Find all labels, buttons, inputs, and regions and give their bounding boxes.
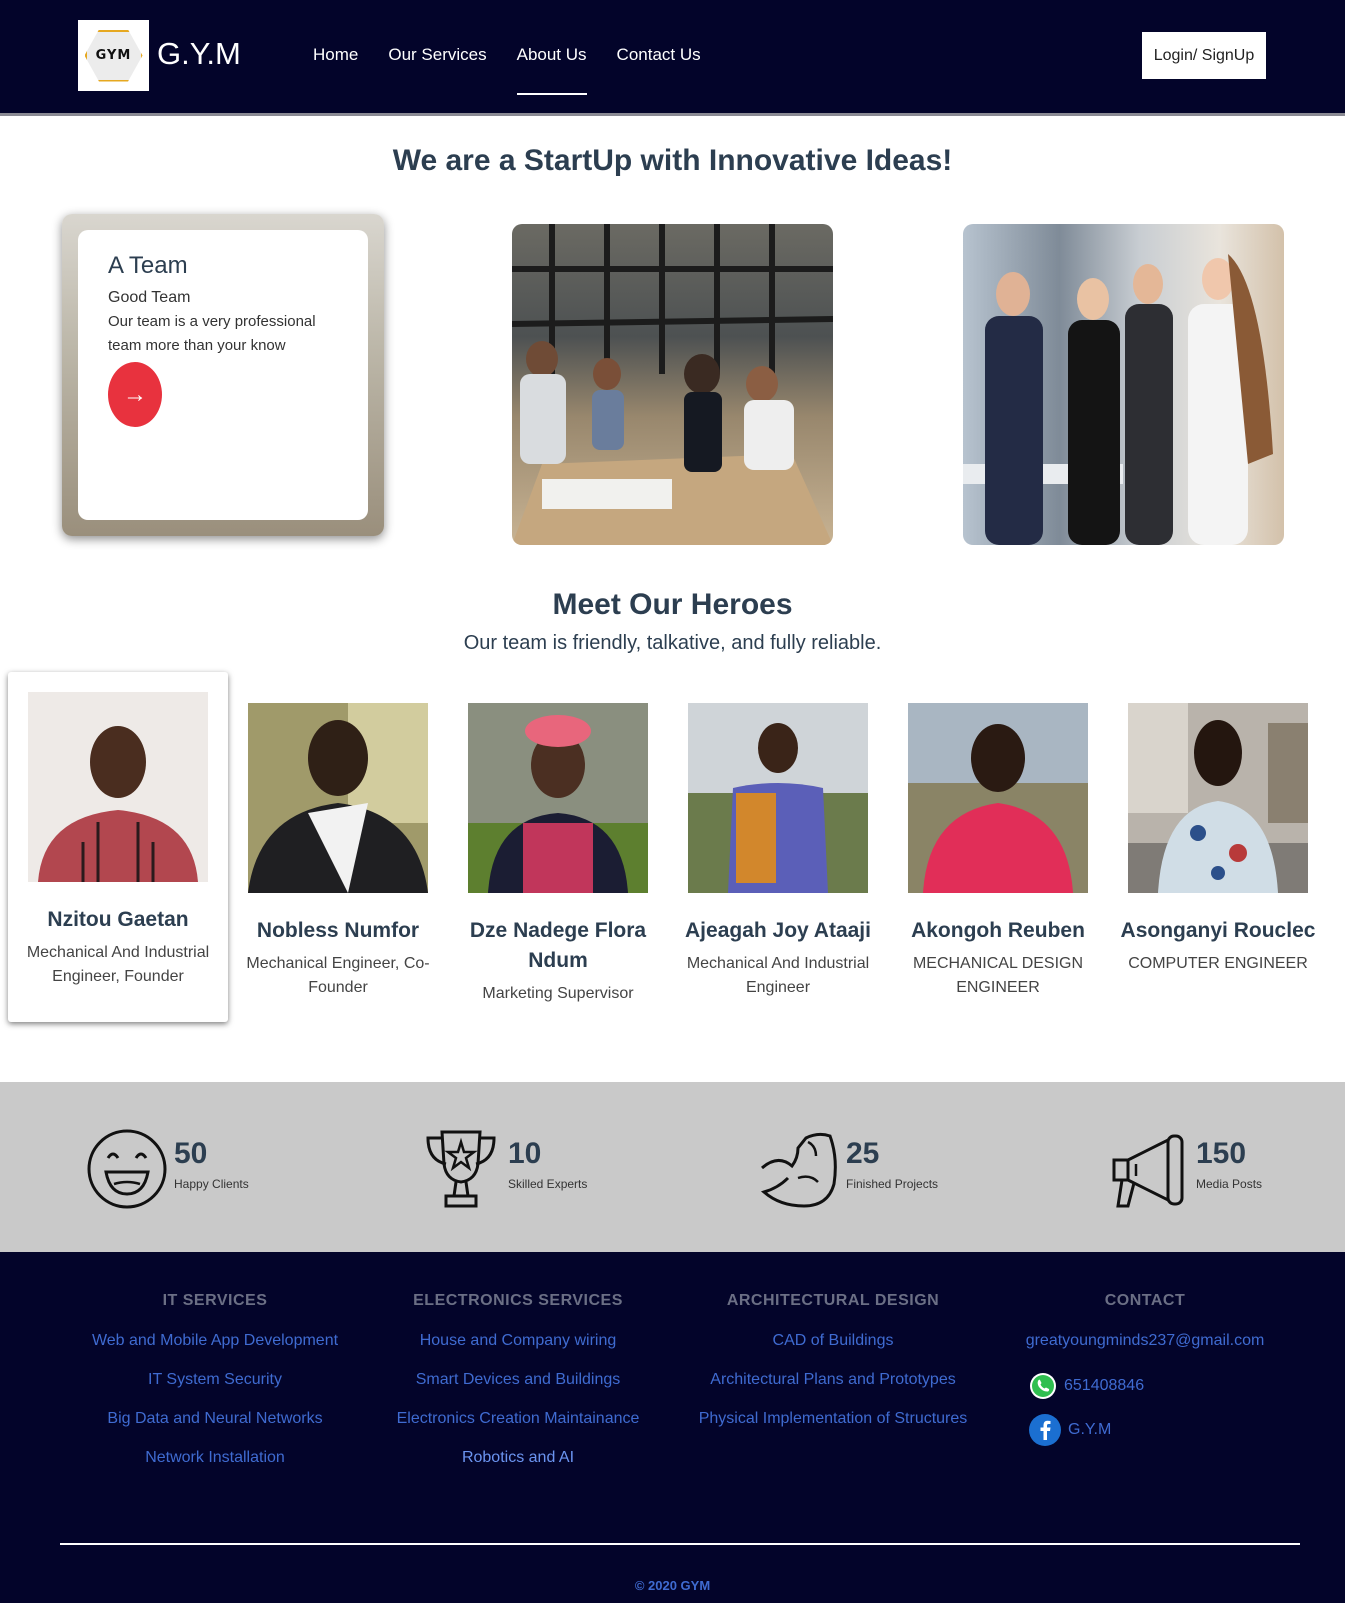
stat-finished-projects: 25 Finished Projects: [758, 1128, 938, 1210]
stat-value: 25: [846, 1137, 880, 1170]
footer-column-electronics-services: ELECTRONICS SERVICES House and Company w…: [373, 1292, 663, 1488]
handshake-photo: [963, 224, 1284, 545]
top-navbar: GYM G.Y.M Home Our Services About Us Con…: [0, 0, 1345, 116]
team-card-title: A Team: [108, 252, 188, 279]
stat-value: 150: [1196, 1137, 1247, 1170]
member-name: Dze Nadege Flora Ndum: [469, 919, 647, 972]
member-photo: [1128, 703, 1308, 893]
contact-email-link[interactable]: greatyoungminds237@gmail.com: [1000, 1332, 1290, 1350]
footer-column-title: CONTACT: [1104, 1292, 1186, 1309]
stat-value: 50: [174, 1137, 208, 1170]
footer-column-title: ELECTRONICS SERVICES: [413, 1292, 623, 1309]
footer-column-title: ARCHITECTURAL DESIGN: [726, 1292, 940, 1309]
stat-label: Finished Projects: [846, 1177, 939, 1191]
team-card-content: A Team Good Team Our team is a very prof…: [78, 230, 368, 520]
heroes-title: Meet Our Heroes: [552, 588, 793, 621]
brand-name[interactable]: G.Y.M: [157, 36, 241, 72]
team-member-card[interactable]: Nzitou Gaetan Mechanical And Industrial …: [8, 672, 228, 1022]
stat-label: Skilled Experts: [508, 1177, 588, 1191]
member-role: Mechanical Engineer, Co-Founder: [246, 955, 430, 996]
member-name: Asonganyi Rouclec: [1120, 919, 1316, 942]
nav-home[interactable]: Home: [313, 45, 358, 65]
heroes-subtitle: Our team is friendly, talkative, and ful…: [463, 632, 882, 654]
nav-our-services[interactable]: Our Services: [388, 45, 486, 65]
smiley-icon: [87, 1129, 167, 1209]
footer-link[interactable]: IT System Security: [70, 1371, 360, 1389]
copyright: © 2020 GYM: [634, 1578, 711, 1593]
member-name: Ajeagah Joy Ataaji: [685, 919, 871, 942]
footer-link[interactable]: House and Company wiring: [373, 1332, 663, 1350]
team-card-text: Our team is a very professional team mor…: [108, 313, 316, 354]
team-card-arrow-button[interactable]: →: [108, 362, 162, 427]
footer-link[interactable]: Architectural Plans and Prototypes: [688, 1371, 978, 1389]
logo-hexagon: GYM: [84, 29, 143, 82]
member-role: Mechanical And Industrial Engineer: [686, 955, 870, 996]
office-meeting-photo: [512, 224, 833, 545]
member-name: Akongoh Reuben: [911, 919, 1085, 942]
member-role: COMPUTER ENGINEER: [1128, 955, 1308, 972]
team-member-card[interactable]: Akongoh Reuben MECHANICAL DESIGN ENGINEE…: [888, 693, 1108, 1043]
member-photo: [688, 703, 868, 893]
contact-phone-row: 651408846: [1028, 1371, 1290, 1401]
stat-skilled-experts: 10 Skilled Experts: [420, 1128, 587, 1210]
footer-link[interactable]: Smart Devices and Buildings: [373, 1371, 663, 1389]
member-photo: [28, 692, 208, 882]
login-signup-button[interactable]: Login/ SignUp: [1142, 32, 1266, 79]
whatsapp-icon: [1030, 1373, 1056, 1399]
footer-link[interactable]: CAD of Buildings: [688, 1332, 978, 1350]
muscle-arm-icon: [760, 1132, 837, 1208]
team-member-card[interactable]: Dze Nadege Flora Ndum Marketing Supervis…: [448, 693, 668, 1043]
footer-link[interactable]: Robotics and AI: [373, 1449, 663, 1467]
arrow-right-icon: →: [123, 380, 147, 408]
stat-label: Media Posts: [1196, 1177, 1263, 1191]
member-photo: [468, 703, 648, 893]
footer-column-contact: CONTACT greatyoungminds237@gmail.com 651…: [1000, 1292, 1290, 1459]
stat-happy-clients: 50 Happy Clients: [86, 1128, 249, 1210]
stat-label: Happy Clients: [174, 1177, 249, 1191]
footer-link[interactable]: Big Data and Neural Networks: [70, 1410, 360, 1428]
trophy-icon: [426, 1130, 496, 1208]
member-role: Mechanical And Industrial Engineer, Foun…: [26, 944, 210, 985]
member-name: Nzitou Gaetan: [47, 908, 189, 931]
contact-phone-link[interactable]: 651408846: [1064, 1377, 1144, 1395]
nav-contact-us[interactable]: Contact Us: [617, 45, 701, 65]
team-card-subtitle: Good Team: [108, 289, 191, 306]
footer-column-title: IT SERVICES: [162, 1292, 268, 1309]
member-name: Nobless Numfor: [256, 919, 420, 942]
team-member-card[interactable]: Nobless Numfor Mechanical Engineer, Co-F…: [228, 693, 448, 1043]
stat-value: 10: [508, 1137, 542, 1170]
logo-text: GYM: [95, 48, 132, 63]
footer-column-architectural-design: ARCHITECTURAL DESIGN CAD of Buildings Ar…: [688, 1292, 978, 1449]
member-photo: [908, 703, 1088, 893]
logo[interactable]: GYM: [78, 20, 149, 91]
footer-link[interactable]: Physical Implementation of Structures: [688, 1410, 978, 1428]
main-menu: Home Our Services About Us Contact Us: [313, 45, 701, 95]
member-role: Marketing Supervisor: [482, 985, 634, 1002]
megaphone-icon: [1112, 1134, 1184, 1208]
team-member-card[interactable]: Asonganyi Rouclec COMPUTER ENGINEER: [1108, 693, 1328, 1043]
nav-about-us[interactable]: About Us: [516, 45, 587, 95]
contact-facebook-row: G.Y.M: [1028, 1413, 1290, 1447]
facebook-icon: [1029, 1414, 1061, 1446]
footer-column-it-services: IT SERVICES Web and Mobile App Developme…: [70, 1292, 360, 1488]
hero-title: We are a StartUp with Innovative Ideas!: [392, 144, 953, 177]
contact-facebook-link[interactable]: G.Y.M: [1068, 1421, 1111, 1439]
stat-media-posts: 150 Media Posts: [1108, 1128, 1262, 1210]
team-card: A Team Good Team Our team is a very prof…: [62, 214, 384, 536]
footer-link[interactable]: Network Installation: [70, 1449, 360, 1467]
member-role: MECHANICAL DESIGN ENGINEER: [912, 955, 1084, 996]
footer-link[interactable]: Web and Mobile App Development: [70, 1332, 360, 1350]
team-member-card[interactable]: Ajeagah Joy Ataaji Mechanical And Indust…: [668, 693, 888, 1043]
member-photo: [248, 703, 428, 893]
footer-divider: [60, 1543, 1300, 1545]
footer: IT SERVICES Web and Mobile App Developme…: [0, 1252, 1345, 1603]
footer-link[interactable]: Electronics Creation Maintainance: [373, 1410, 663, 1428]
stats-bar: 50 Happy Clients 10 Skilled Experts 25 F…: [0, 1082, 1345, 1252]
